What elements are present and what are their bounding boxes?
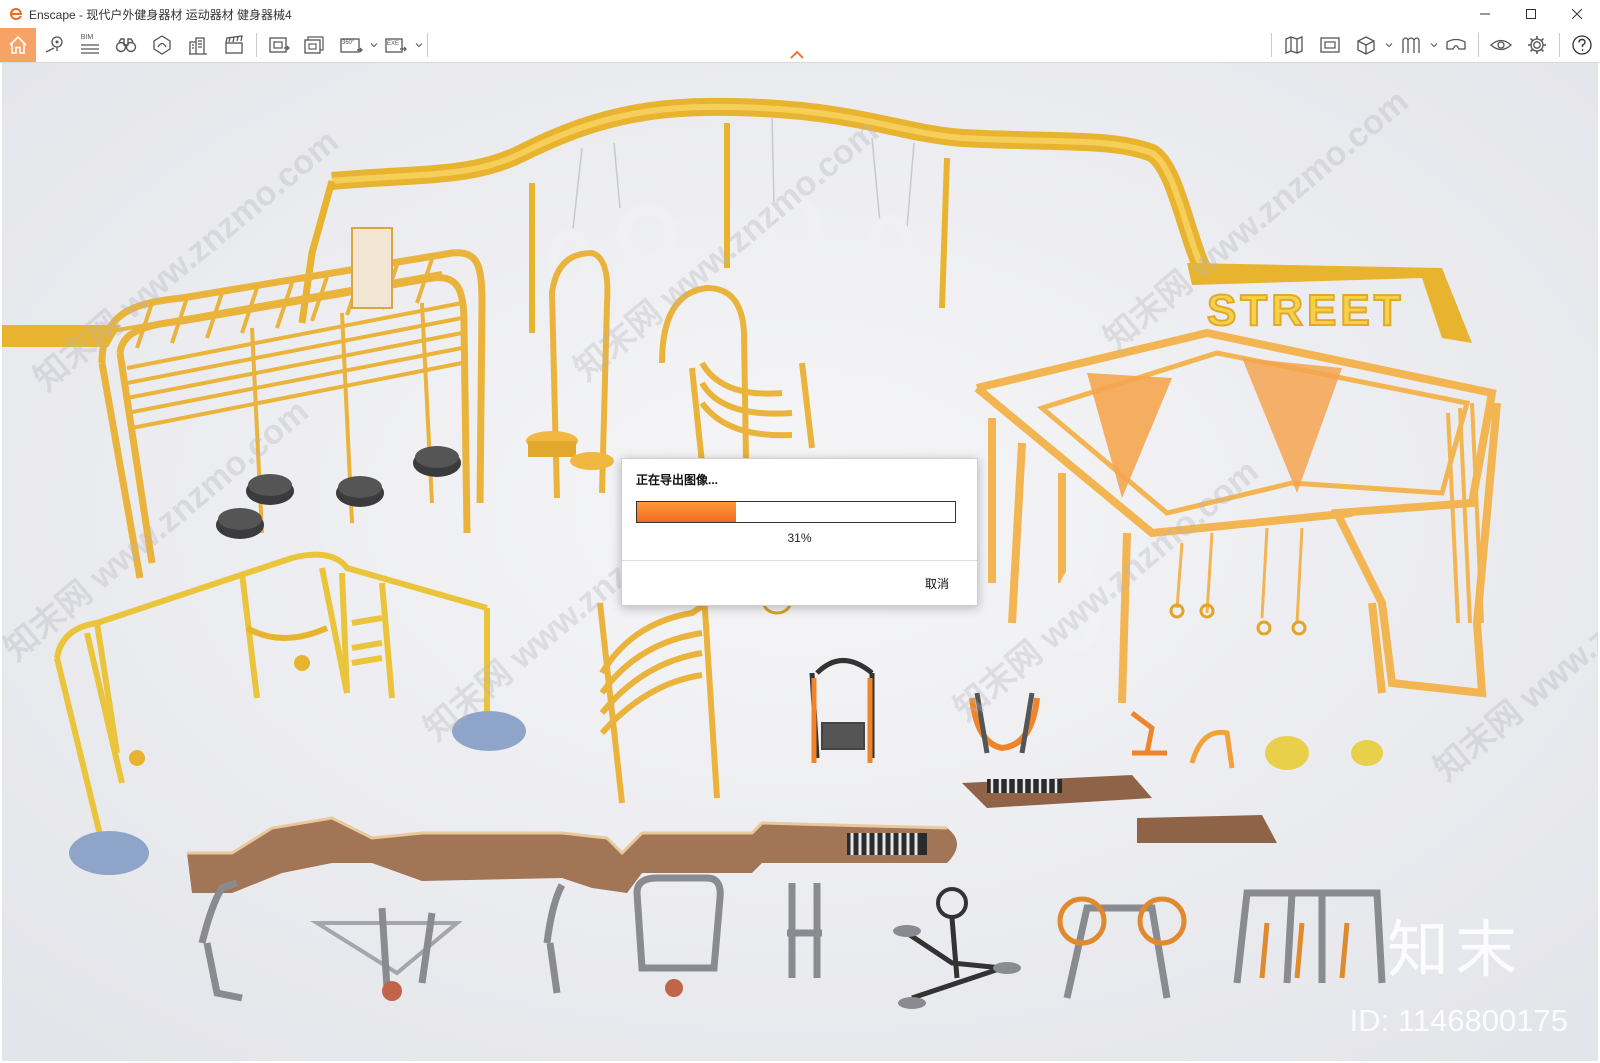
toolbar-divider <box>427 33 428 57</box>
render-view-icon <box>1320 37 1340 53</box>
dialog-title: 正在导出图像... <box>636 473 719 487</box>
toolbar-divider <box>256 33 257 57</box>
exe-label: EXE <box>387 41 400 47</box>
video-editor-button[interactable] <box>216 29 252 61</box>
panorama-button[interactable]: 360° <box>333 29 369 61</box>
map-icon <box>1285 36 1303 54</box>
map-button[interactable] <box>1276 29 1312 61</box>
cube-view-button[interactable] <box>1348 29 1384 61</box>
view-options-button[interactable] <box>1483 29 1519 61</box>
watermark-id: ID: 1146800175 <box>1349 1003 1568 1038</box>
chevron-down-icon[interactable] <box>370 41 378 49</box>
location-pin-icon <box>45 36 63 53</box>
views-button[interactable] <box>108 29 144 61</box>
buildings-button[interactable] <box>180 29 216 61</box>
gear-icon <box>1528 36 1546 54</box>
toolbar-divider <box>1559 33 1560 57</box>
cancel-button[interactable]: 取消 <box>925 575 949 592</box>
render-window-button[interactable] <box>1312 29 1348 61</box>
bim-button[interactable]: BIM <box>72 29 108 61</box>
chevron-down-icon[interactable] <box>1430 41 1438 49</box>
dialog-divider <box>622 560 977 561</box>
minimize-icon <box>1480 13 1490 15</box>
chevron-down-icon[interactable] <box>415 41 423 49</box>
maximize-button[interactable] <box>1508 0 1554 28</box>
close-button[interactable] <box>1554 0 1600 28</box>
bim-icon <box>81 44 99 54</box>
visual-settings-icon <box>1402 37 1420 53</box>
asset-library-icon <box>153 35 171 55</box>
close-icon <box>1572 9 1582 19</box>
exe-export-button[interactable]: EXE <box>378 29 414 61</box>
asset-library-button[interactable] <box>144 29 180 61</box>
panorama-label: 360° <box>342 40 355 46</box>
toolbar-divider <box>1271 33 1272 57</box>
window-controls <box>1462 0 1600 28</box>
street-sign-text: STREET <box>1207 286 1405 335</box>
home-icon <box>9 35 27 54</box>
batch-render-button[interactable] <box>297 29 333 61</box>
visual-settings-button[interactable] <box>1393 29 1429 61</box>
blue-platform <box>69 831 149 875</box>
info-panel <box>351 227 393 309</box>
progress-bar <box>636 501 956 523</box>
buildings-icon <box>189 37 207 55</box>
toolbar-divider <box>1478 33 1479 57</box>
vr-headset-icon <box>1446 38 1466 50</box>
title-bar: Enscape - 现代户外健身器材 运动器材 健身器械4 <box>0 0 1600 28</box>
location-button[interactable] <box>36 29 72 61</box>
minimize-button[interactable] <box>1462 0 1508 28</box>
cube-icon <box>1357 36 1375 55</box>
progress-fill <box>637 502 736 522</box>
binoculars-icon <box>115 38 137 53</box>
settings-button[interactable] <box>1519 29 1555 61</box>
help-button[interactable] <box>1564 29 1600 61</box>
toolbar-collapse-icon[interactable] <box>790 50 804 60</box>
eye-icon <box>1490 39 1512 51</box>
help-icon <box>1572 35 1592 55</box>
maximize-icon <box>1526 9 1536 19</box>
watermark-logo: 知末 <box>1386 913 1523 986</box>
progress-percent: 31% <box>787 531 812 545</box>
bim-label: BIM <box>80 34 94 41</box>
chevron-down-icon[interactable] <box>1385 41 1393 49</box>
vr-button[interactable] <box>1438 29 1474 61</box>
screenshot-button[interactable] <box>261 29 297 61</box>
enscape-logo-icon <box>10 8 22 20</box>
batch-export-icon <box>304 36 324 54</box>
home-button[interactable] <box>0 28 36 62</box>
window-title: Enscape - 现代户外健身器材 运动器材 健身器械4 <box>29 7 292 22</box>
video-clapper-icon <box>225 35 243 54</box>
screenshot-export-icon <box>269 37 290 53</box>
export-progress-dialog: 正在导出图像... 31% 取消 <box>621 458 978 606</box>
